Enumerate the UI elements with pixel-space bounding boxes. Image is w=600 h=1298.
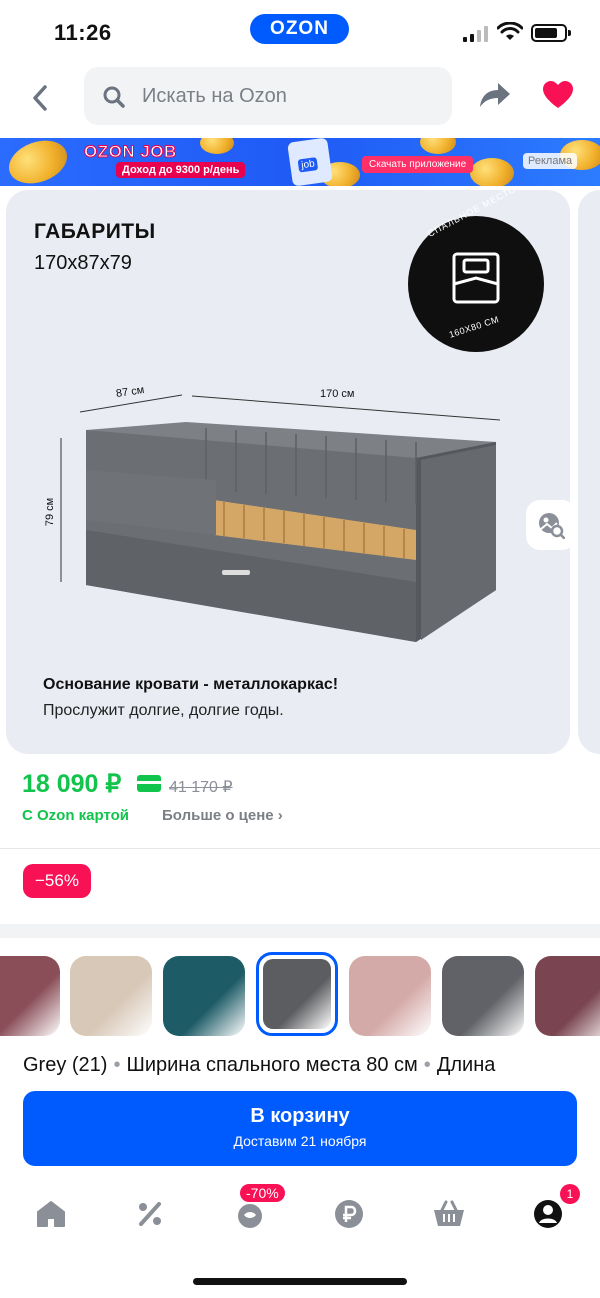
banner-subtitle: Доход до 9300 р/день — [116, 162, 246, 178]
delivery-label: Доставим 21 ноября — [233, 1133, 367, 1149]
heart-icon — [543, 81, 573, 108]
color-swatch-selected[interactable] — [256, 952, 338, 1036]
product-gallery[interactable]: ГАБАРИТЫ 170х87х79 СПАЛЬНОЕ МЕСТО 160Х80… — [6, 190, 570, 754]
banner-title: OZON JOB — [84, 142, 177, 162]
color-swatch[interactable] — [535, 956, 600, 1036]
visual-search-button[interactable] — [526, 500, 576, 550]
color-swatch[interactable] — [0, 956, 60, 1036]
ozon-logo: OZON — [250, 14, 349, 44]
nav-promo[interactable] — [132, 1196, 168, 1232]
discount-badge: −56% — [23, 864, 91, 898]
price-old: 41 170 ₽ — [169, 779, 233, 796]
cart-label: В корзину — [250, 1105, 350, 1127]
banner-cta: Скачать приложение — [362, 156, 474, 173]
search-input[interactable]: Искать на Ozon — [84, 67, 452, 125]
image-search-icon — [539, 513, 565, 539]
variant-color: Grey (21) — [23, 1054, 108, 1076]
price-current: 18 090 ₽ — [22, 770, 122, 798]
nav-finance[interactable] — [331, 1196, 367, 1232]
gallery-next-image[interactable] — [578, 190, 600, 754]
basket-icon — [434, 1200, 464, 1226]
ad-label: Реклама — [523, 153, 578, 169]
price-more-link[interactable]: Больше о цене › — [162, 807, 283, 824]
signal-icon — [463, 26, 489, 42]
feature-title: Основание кровати - металлокаркас! — [43, 676, 339, 693]
nav-home[interactable] — [33, 1196, 69, 1232]
badge-bottom-text: 160Х80 СМ — [447, 314, 501, 340]
percent-icon — [139, 1202, 161, 1226]
card-price-label: С Ozon картой — [22, 807, 130, 824]
nav-cart[interactable] — [431, 1196, 467, 1232]
share-button[interactable] — [478, 80, 512, 115]
variant-length: Длина — [436, 1054, 496, 1076]
phone-image: job — [287, 138, 333, 186]
color-swatches — [0, 950, 600, 1042]
chevron-left-icon — [33, 85, 47, 111]
ad-banner[interactable]: OZON JOB Доход до 9300 р/день job Скачат… — [0, 138, 600, 186]
bed-icon — [452, 252, 500, 304]
favorite-button[interactable] — [542, 80, 574, 115]
search-icon — [103, 86, 125, 108]
color-swatch[interactable] — [442, 956, 524, 1036]
color-swatch[interactable] — [163, 956, 245, 1036]
back-button[interactable] — [24, 82, 56, 114]
separator: • — [423, 1054, 431, 1076]
bottom-nav: -70% 1 — [0, 1178, 600, 1248]
feature-description: Прослужит долгие, долгие годы. — [43, 702, 284, 719]
ruble-icon — [335, 1200, 363, 1228]
phone-label: job — [297, 157, 319, 173]
coin-image — [420, 138, 456, 154]
wifi-icon — [497, 22, 523, 40]
dims-value: 170х87х79 — [34, 252, 132, 274]
coin-image — [470, 158, 514, 186]
price-block[interactable]: 18 090 ₽ 41 170 ₽ С Ozon картой Больше о… — [0, 760, 600, 846]
variant-width: Ширина спального места 80 см — [126, 1054, 418, 1076]
profile-badge: 1 — [560, 1184, 580, 1204]
promo-badge: -70% — [240, 1184, 285, 1202]
fresh-icon — [238, 1204, 262, 1228]
color-swatch[interactable] — [349, 956, 431, 1036]
nav-profile[interactable] — [530, 1196, 566, 1232]
coin-image — [200, 138, 234, 154]
color-swatch[interactable] — [70, 956, 152, 1036]
sleep-size-badge: СПАЛЬНОЕ МЕСТО 160Х80 СМ — [408, 190, 544, 352]
length-label: 170 см — [320, 388, 355, 400]
home-icon — [37, 1201, 65, 1227]
status-time: 11:26 — [54, 20, 112, 45]
height-label: 79 см — [44, 497, 57, 527]
home-indicator — [193, 1278, 407, 1285]
separator: • — [113, 1054, 121, 1076]
divider — [0, 848, 600, 849]
share-icon — [480, 83, 510, 107]
dims-title: ГАБАРИТЫ — [34, 220, 156, 243]
coin-image — [2, 138, 74, 186]
card-icon — [137, 775, 161, 792]
section-gap — [0, 924, 600, 938]
search-placeholder: Искать на Ozon — [142, 85, 287, 107]
status-bar: 11:26 OZON — [0, 0, 600, 62]
add-to-cart-button[interactable]: В корзину Доставим 21 ноября — [23, 1091, 577, 1166]
profile-icon — [534, 1200, 562, 1228]
search-header: Искать на Ozon — [0, 62, 600, 138]
battery-icon — [531, 24, 571, 42]
variant-summary[interactable]: Grey (21) • Ширина спального места 80 см • Д… — [23, 1054, 495, 1077]
